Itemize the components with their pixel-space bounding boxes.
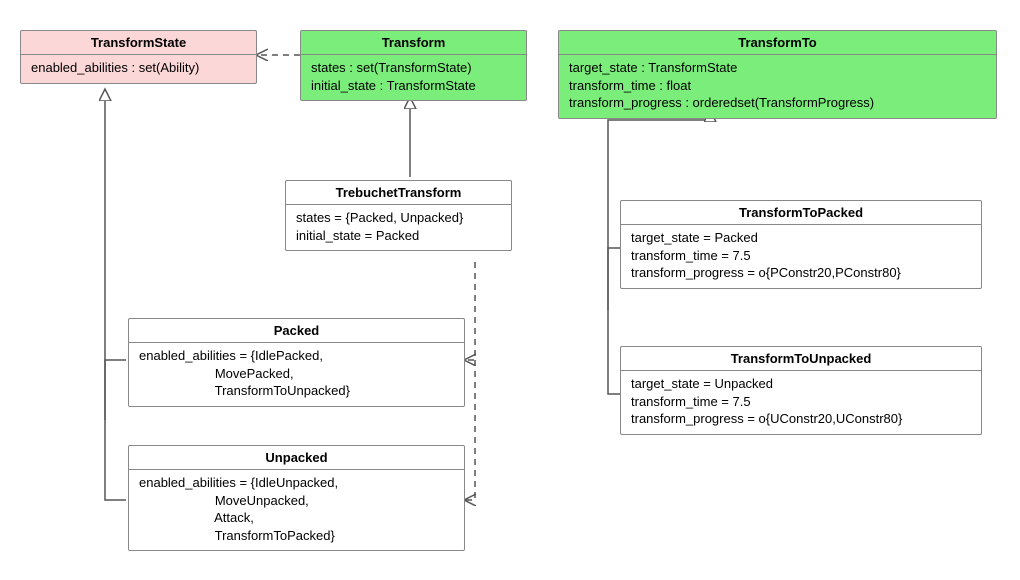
- class-body: target_state = Unpacked transform_time =…: [621, 371, 981, 434]
- class-transform-to: TransformTo target_state : TransformStat…: [558, 30, 997, 119]
- class-title: TransformToUnpacked: [621, 347, 981, 371]
- class-title: TransformToPacked: [621, 201, 981, 225]
- class-body: enabled_abilities : set(Ability): [21, 55, 256, 83]
- class-trebuchet-transform: TrebuchetTransform states = {Packed, Unp…: [285, 180, 512, 251]
- class-title: TrebuchetTransform: [286, 181, 511, 205]
- class-title: TransformTo: [559, 31, 996, 55]
- class-transform-state: TransformState enabled_abilities : set(A…: [20, 30, 257, 84]
- class-title: Packed: [129, 319, 464, 343]
- class-unpacked: Unpacked enabled_abilities = {IdleUnpack…: [128, 445, 465, 551]
- class-title: Transform: [301, 31, 526, 55]
- class-body: enabled_abilities = {IdleUnpacked, MoveU…: [129, 470, 464, 550]
- class-packed: Packed enabled_abilities = {IdlePacked, …: [128, 318, 465, 407]
- class-body: states : set(TransformState) initial_sta…: [301, 55, 526, 100]
- class-transform: Transform states : set(TransformState) i…: [300, 30, 527, 101]
- class-title: TransformState: [21, 31, 256, 55]
- class-transform-to-unpacked: TransformToUnpacked target_state = Unpac…: [620, 346, 982, 435]
- class-transform-to-packed: TransformToPacked target_state = Packed …: [620, 200, 982, 289]
- class-title: Unpacked: [129, 446, 464, 470]
- class-body: target_state : TransformState transform_…: [559, 55, 996, 118]
- class-body: states = {Packed, Unpacked} initial_stat…: [286, 205, 511, 250]
- class-body: target_state = Packed transform_time = 7…: [621, 225, 981, 288]
- class-body: enabled_abilities = {IdlePacked, MovePac…: [129, 343, 464, 406]
